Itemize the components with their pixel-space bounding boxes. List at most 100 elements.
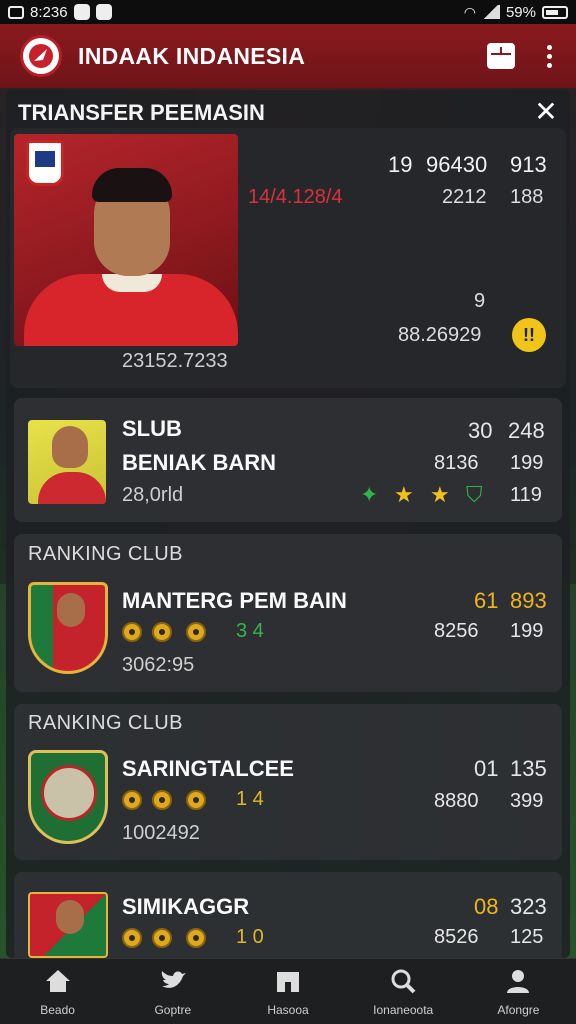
ranking-card-title: SARINGTALCEE — [122, 756, 294, 781]
section-label: RANKING CLUB — [28, 712, 183, 734]
club-card-n4: 125 — [510, 926, 544, 948]
search-icon — [388, 967, 418, 995]
medal-icon — [122, 790, 142, 810]
calendar-icon[interactable] — [487, 43, 515, 69]
profile-icon — [503, 967, 533, 995]
app-notification-icon — [73, 4, 90, 20]
ranking-card-n3: 8256 — [434, 620, 479, 642]
nav-label: Beado — [40, 1003, 75, 1017]
ranking-score: 3 4 — [236, 620, 264, 642]
battery-percent: 59% — [505, 3, 536, 21]
signal-icon — [481, 5, 500, 19]
mail-icon — [8, 5, 24, 19]
dot — [547, 44, 552, 50]
club-score: 1 0 — [236, 926, 264, 948]
club-card-title: SLUB — [122, 416, 182, 441]
face-graphic — [56, 900, 84, 934]
hero-red-value: 14/4.128/4 — [248, 186, 343, 208]
medal-icon — [186, 622, 206, 642]
ranking-card-n3: 8880 — [434, 790, 479, 812]
club-badge-icon — [26, 140, 64, 186]
hero-stat-c: 913 — [510, 152, 547, 177]
more-vert-icon[interactable] — [543, 41, 556, 72]
nav-label: Goptre — [154, 1003, 192, 1017]
face-graphic — [57, 593, 85, 627]
wifi-icon: ◠ — [463, 3, 476, 20]
club-card-n4: 199 — [510, 452, 544, 474]
nav-label: Afongre — [497, 1003, 540, 1017]
player-crest — [28, 420, 106, 504]
bird-icon — [158, 967, 188, 995]
app-bar: INDAAK INDANESIA — [0, 24, 576, 88]
close-icon[interactable]: ✕ — [532, 98, 560, 126]
hero-stat-e: 188 — [510, 186, 544, 208]
player-photo — [14, 134, 238, 346]
ranking-card-extra: 1002492 — [122, 822, 200, 844]
club-card-n1: 08 — [474, 894, 499, 919]
club-card-n5: 119 — [510, 484, 542, 506]
status-bar: 8:236 ◠ 59% — [0, 0, 576, 24]
club-card-n1: 30 — [468, 418, 493, 443]
home-icon — [43, 967, 73, 995]
club-card-title: SIMIKAGGR — [122, 894, 250, 919]
collar-graphic — [102, 274, 162, 292]
hero-stat-b: 96430 — [426, 152, 488, 177]
app-title: INDAAK INDANESIA — [78, 42, 306, 69]
hair-graphic — [92, 168, 172, 202]
nav-label: Hasooa — [267, 1003, 309, 1017]
club-card-subtitle: BENIAK BARN — [122, 450, 276, 475]
shield-green-icon: ⛉ — [466, 482, 483, 507]
ranking-card-n4: 399 — [510, 790, 544, 812]
jersey-graphic — [38, 472, 106, 504]
status-time: 8:236 — [30, 3, 68, 21]
hero-market-value: 88.26929 — [398, 324, 482, 346]
crest-emblem-graphic — [41, 765, 97, 821]
star-green-icon: ✦ — [360, 482, 379, 507]
club-card-n3: 8526 — [434, 926, 479, 948]
ranking-card-n1: 01 — [474, 756, 499, 781]
star-gold-icon: ★ — [430, 482, 450, 507]
section-label: RANKING CLUB — [28, 543, 183, 565]
sheet-title: TRIANSFER PEEMASIN — [18, 100, 265, 125]
star-gold-icon: ★ — [394, 482, 414, 507]
club-card-extra: 28,0rld — [122, 484, 184, 506]
hero-stat-a: 19 — [388, 152, 413, 177]
nav-item-search[interactable]: Ionaneoota — [346, 959, 461, 1024]
club-card-n2: 248 — [508, 418, 545, 443]
battery-icon — [542, 5, 568, 19]
hero-stat-single: 9 — [474, 290, 486, 312]
medal-icon — [152, 622, 172, 642]
ranking-card-n4: 199 — [510, 620, 544, 642]
club-crest-icon — [28, 582, 108, 674]
nav-label: Ionaneoota — [373, 1003, 434, 1017]
club-crest-icon — [28, 892, 108, 958]
bottom-navigation: Beado Goptre Hasooa Ionaneoota Afongre — [0, 958, 576, 1024]
hero-bottom-value: 23152.7233 — [122, 350, 228, 372]
club-logo-icon[interactable] — [20, 35, 62, 77]
nav-item-home[interactable]: Beado — [0, 959, 115, 1024]
club-logo-graphic — [29, 44, 53, 68]
ranking-card-extra: 3062:95 — [122, 654, 195, 676]
ranking-score: 1 4 — [236, 788, 264, 810]
medal-icon — [122, 928, 142, 948]
hero-stat-d: 2212 — [442, 186, 487, 208]
nav-item-social[interactable]: Goptre — [115, 959, 230, 1024]
shield-notification-icon — [95, 4, 112, 20]
ranking-card-n2: 135 — [510, 756, 547, 781]
coin-icon[interactable]: !! — [512, 318, 546, 352]
ranking-card-n2: 893 — [510, 588, 547, 613]
medal-icon — [186, 790, 206, 810]
medal-icon — [122, 622, 142, 642]
ranking-card-n1: 61 — [474, 588, 499, 613]
medal-icon — [186, 928, 206, 948]
nav-item-profile[interactable]: Afongre — [461, 959, 576, 1024]
club-crest-icon — [28, 750, 108, 844]
medal-icon — [152, 790, 172, 810]
face-graphic — [52, 426, 88, 468]
building-icon — [273, 967, 303, 995]
nav-item-club[interactable]: Hasooa — [230, 959, 345, 1024]
dot — [547, 53, 552, 59]
dot — [547, 62, 552, 68]
club-card-n3: 8136 — [434, 452, 479, 474]
medal-icon — [152, 928, 172, 948]
